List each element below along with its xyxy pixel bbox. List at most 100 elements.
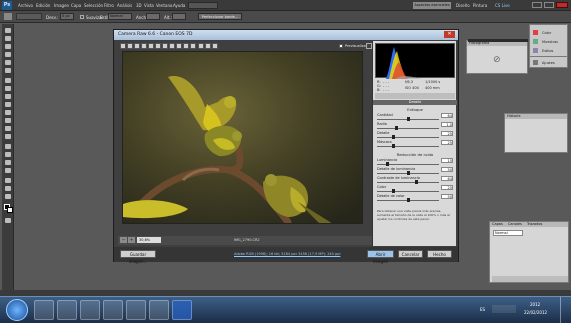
hand-tool-icon[interactable]	[5, 186, 11, 191]
styles-panel-label[interactable]: Estilos	[542, 49, 553, 53]
taskbar-app-icon[interactable]	[149, 300, 169, 320]
zoom-tool-icon[interactable]	[5, 194, 11, 199]
taskbar-firefox-icon[interactable]	[80, 300, 100, 320]
workspace-pintura[interactable]: Pintura	[473, 3, 487, 8]
height-input[interactable]	[172, 13, 186, 20]
background-color-swatch[interactable]	[7, 207, 13, 213]
luminance-value[interactable]: 15	[441, 158, 453, 163]
taskbar-media-icon[interactable]	[57, 300, 77, 320]
gradient-tool-icon[interactable]	[5, 118, 11, 123]
crop-tool-icon[interactable]	[5, 60, 11, 65]
3d-rotate-tool-icon[interactable]	[5, 178, 11, 183]
close-icon[interactable]	[556, 2, 568, 8]
feather-input[interactable]: 0 px	[60, 13, 74, 20]
path-select-tool-icon[interactable]	[5, 160, 11, 165]
menu-3d[interactable]: 3D	[136, 3, 142, 8]
history-tab[interactable]: Historia	[505, 114, 567, 119]
clone-tool-icon[interactable]	[5, 94, 11, 99]
radius-track[interactable]	[377, 128, 439, 129]
refine-edge-button[interactable]: Perfeccionar borde...	[198, 13, 242, 20]
dodge-tool-icon[interactable]	[5, 134, 11, 139]
styles-panel-icon[interactable]	[533, 48, 538, 53]
cancel-button[interactable]: Cancelar	[398, 250, 423, 258]
marquee-tool-icon[interactable]	[5, 36, 11, 41]
amount-value[interactable]: 64	[441, 113, 453, 118]
color-detail-knob[interactable]	[407, 198, 410, 202]
photo-preview[interactable]	[122, 51, 363, 224]
anti-alias-checkbox[interactable]	[80, 15, 84, 19]
swatches-panel-icon[interactable]	[533, 39, 538, 44]
white-balance-tool-icon[interactable]	[134, 43, 140, 49]
masking-track[interactable]	[377, 146, 439, 147]
targeted-adjustment-icon[interactable]	[148, 43, 154, 49]
clock-date[interactable]: 22/02/2012	[524, 310, 547, 315]
luminance-knob[interactable]	[386, 162, 389, 166]
eraser-tool-icon[interactable]	[5, 110, 11, 115]
width-input[interactable]	[146, 13, 160, 20]
color-track[interactable]	[377, 191, 439, 192]
luminance-detail-value[interactable]: 50	[441, 167, 453, 172]
color-sampler-tool-icon[interactable]	[141, 43, 147, 49]
blend-mode-select[interactable]: Normal	[493, 230, 523, 236]
taskbar-folder-icon[interactable]	[34, 300, 54, 320]
taskbar-word-icon[interactable]	[126, 300, 146, 320]
menu-analisis[interactable]: Análisis	[117, 3, 132, 8]
zoom-in-icon[interactable]: +	[128, 237, 135, 243]
minimize-icon[interactable]	[532, 2, 542, 8]
rotate-right-icon[interactable]	[212, 43, 218, 49]
taskbar-photoshop-icon[interactable]	[172, 300, 192, 320]
menu-filtro[interactable]: Filtro	[104, 3, 114, 8]
color-knob[interactable]	[392, 189, 395, 193]
amount-knob[interactable]	[407, 117, 410, 121]
color-panel-label[interactable]: Color	[542, 31, 551, 35]
dialog-close-icon[interactable]: ✕	[444, 31, 455, 38]
open-image-button[interactable]: Abrir imagen	[367, 250, 394, 264]
menu-ventana[interactable]: Ventana	[156, 3, 172, 8]
adjustments-panel-label[interactable]: Ajustes	[542, 61, 555, 65]
workspace-button[interactable]: Aspectos esenciales	[413, 2, 451, 9]
style-select[interactable]: Normal	[108, 13, 132, 20]
adjustments-panel-icon[interactable]	[533, 60, 538, 65]
radius-knob[interactable]	[395, 126, 398, 130]
zoom-select[interactable]: 30,6%	[137, 237, 161, 243]
masking-slider[interactable]: Máscara 25	[377, 140, 453, 150]
history-brush-tool-icon[interactable]	[5, 102, 11, 107]
start-button-icon[interactable]	[6, 299, 28, 321]
menu-seleccion[interactable]: Selección	[84, 3, 103, 8]
panel-tab-icons[interactable]	[375, 93, 455, 99]
luminance-contrast-knob[interactable]	[415, 180, 418, 184]
menu-edicion[interactable]: Edición	[36, 3, 50, 8]
color-value[interactable]: 25	[441, 185, 453, 190]
workspace-diseno[interactable]: Diseño	[456, 3, 470, 8]
taskbar-chrome-icon[interactable]	[103, 300, 123, 320]
detail-knob[interactable]	[392, 135, 395, 139]
cs-live-button[interactable]: CS Live	[495, 3, 510, 8]
menu-vista[interactable]: Vista	[144, 3, 154, 8]
workflow-options-link[interactable]: Adobe RGB (1998); 16 bit; 5184 por 3456 …	[234, 252, 340, 256]
color-panel-icon[interactable]	[533, 30, 538, 35]
hand-tool-icon[interactable]	[127, 43, 133, 49]
bridge-buttons[interactable]	[188, 2, 218, 9]
maximize-icon[interactable]	[544, 2, 554, 8]
show-desktop-button[interactable]	[560, 297, 570, 323]
menu-capa[interactable]: Capa	[71, 3, 81, 8]
marquee-tool-icon[interactable]	[4, 13, 12, 20]
tray-icons[interactable]	[492, 305, 516, 313]
clock-time[interactable]: 2012	[530, 302, 540, 307]
quick-mask-icon[interactable]	[5, 218, 11, 223]
rotate-left-icon[interactable]	[205, 43, 211, 49]
zoom-tool-icon[interactable]	[120, 43, 126, 49]
layers-footer-icons[interactable]	[492, 276, 568, 282]
pen-tool-icon[interactable]	[5, 144, 11, 149]
brush-tool-icon[interactable]	[5, 86, 11, 91]
straighten-tool-icon[interactable]	[162, 43, 168, 49]
quick-select-tool-icon[interactable]	[5, 52, 11, 57]
luminance-contrast-track[interactable]	[377, 182, 439, 183]
lasso-tool-icon[interactable]	[5, 44, 11, 49]
adjustment-brush-icon[interactable]	[183, 43, 189, 49]
menu-imagen[interactable]: Imagen	[54, 3, 69, 8]
channels-tab[interactable]: Canales	[508, 222, 522, 226]
spot-removal-icon[interactable]	[169, 43, 175, 49]
preferences-icon[interactable]	[198, 43, 204, 49]
healing-tool-icon[interactable]	[5, 78, 11, 83]
